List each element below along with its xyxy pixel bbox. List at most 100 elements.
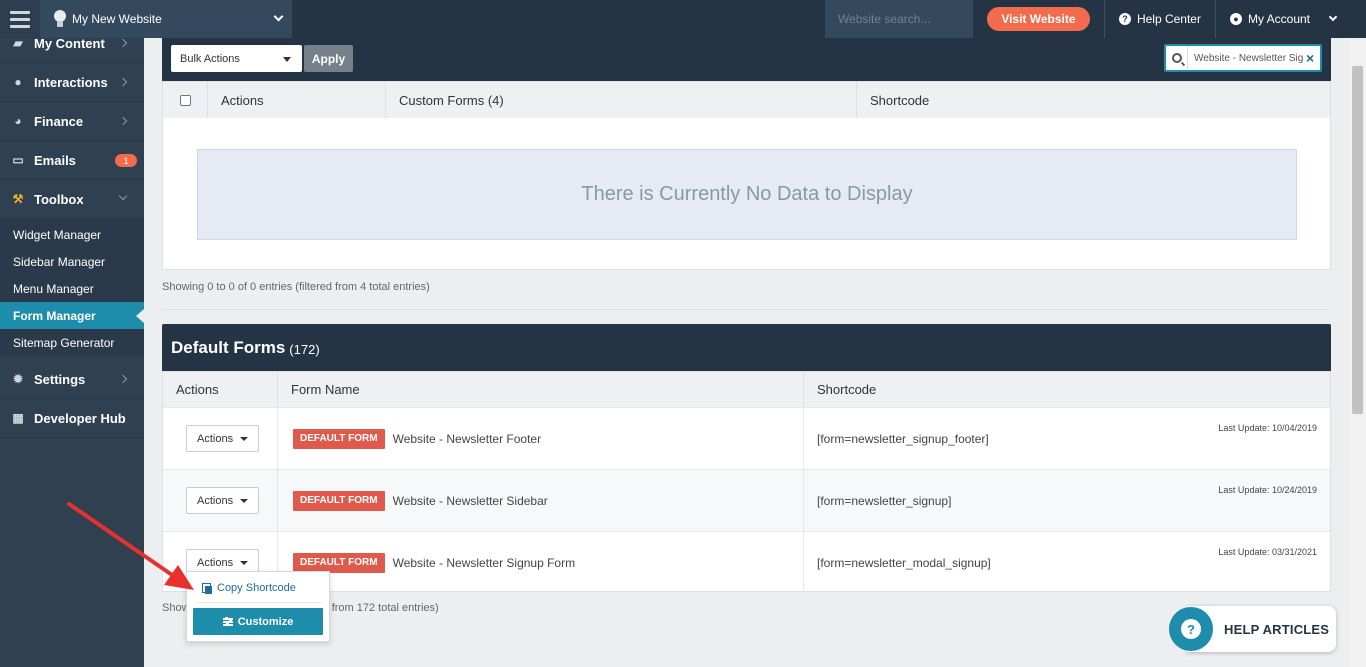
- clear-filter-icon[interactable]: ×: [1306, 50, 1314, 66]
- sidebar-item-form-manager[interactable]: Form Manager: [0, 302, 144, 329]
- column-header-actions[interactable]: Actions: [163, 372, 278, 407]
- sidebar-item-menu-manager[interactable]: Menu Manager: [0, 275, 144, 302]
- chevron-right-icon: [118, 374, 128, 384]
- annotation-arrow-icon: [67, 502, 194, 590]
- chevron-right-icon: [118, 77, 128, 87]
- dropdown-divider: [197, 602, 321, 603]
- shortcode-cell: [form=newsletter_signup_footer]: [817, 431, 989, 446]
- chat-icon: ●: [14, 75, 22, 89]
- sidebar-item-widget-manager[interactable]: Widget Manager: [0, 221, 144, 248]
- question-circle-icon: ?: [1169, 607, 1213, 651]
- my-account-menu[interactable]: ● My Account: [1214, 0, 1366, 38]
- default-form-badge: DEFAULT FORM: [293, 428, 385, 449]
- sidebar-item-label: Interactions: [34, 74, 108, 90]
- sidebar-item-label: Toolbox: [34, 191, 84, 207]
- form-name-cell: DEFAULT FORM Website - Newsletter Footer: [278, 408, 804, 469]
- sidebar-item-developer-hub[interactable]: ▦ Developer Hub: [0, 399, 144, 438]
- sidebar-item-finance[interactable]: ◕ Finance: [0, 102, 144, 141]
- sidebar-item-label: Emails: [34, 152, 76, 168]
- visit-website-button[interactable]: Visit Website: [986, 7, 1090, 31]
- website-search-input[interactable]: [824, 0, 973, 38]
- copy-shortcode-menu-item[interactable]: Copy Shortcode: [202, 582, 296, 594]
- table-row: Actions DEFAULT FORM Website - Newslette…: [163, 407, 1330, 469]
- sidebar-item-emails[interactable]: ▭ Emails 1: [0, 141, 144, 180]
- section-divider: [162, 309, 1331, 310]
- page-scrollbar[interactable]: [1349, 38, 1366, 667]
- sidebar-item-label: Finance: [34, 113, 84, 129]
- website-name: My New Website: [72, 12, 162, 26]
- default-forms-title: Default Forms: [171, 337, 286, 357]
- customize-button[interactable]: Customize: [193, 608, 323, 635]
- forms-filter-input[interactable]: [1194, 52, 1304, 64]
- column-header-shortcode[interactable]: Shortcode: [857, 82, 1330, 118]
- form-name[interactable]: Website - Newsletter Signup Form: [393, 556, 576, 570]
- help-center-link[interactable]: ? Help Center: [1103, 0, 1215, 38]
- chevron-down-icon: [118, 191, 128, 201]
- last-update: Last Update: 10/04/2019: [1218, 423, 1317, 433]
- sidebar-item-sitemap-generator[interactable]: Sitemap Generator: [0, 329, 144, 356]
- select-all-cell: [163, 82, 208, 118]
- custom-forms-toolbar: Bulk Actions Apply ×: [162, 38, 1331, 81]
- custom-forms-table-header: Actions Custom Forms (4) Shortcode: [163, 82, 1330, 118]
- folder-icon: ▰: [13, 36, 23, 50]
- actions-cell: Actions: [163, 408, 278, 469]
- default-forms-table: Actions Form Name Shortcode Actions DEFA…: [162, 371, 1331, 593]
- copy-shortcode-label: Copy Shortcode: [217, 582, 296, 594]
- scrollbar-thumb[interactable]: [1352, 66, 1363, 414]
- form-name-cell: DEFAULT FORM Website - Newsletter Sideba…: [278, 470, 804, 531]
- entries-info-right: d from 172 total entries): [322, 602, 439, 614]
- last-update: Last Update: 10/24/2019: [1218, 485, 1317, 495]
- caret-down-icon: [283, 57, 291, 62]
- pie-chart-icon: ◕: [14, 114, 22, 128]
- last-update: Last Update: 03/31/2021: [1218, 547, 1317, 557]
- caret-down-icon: [240, 437, 248, 441]
- sidebar-item-toolbox[interactable]: ⚒ Toolbox: [0, 180, 144, 219]
- wrench-icon: ⚒: [12, 192, 24, 206]
- shortcode-cell: [form=newsletter_modal_signup]: [817, 555, 991, 570]
- select-all-checkbox[interactable]: [179, 94, 191, 106]
- bulk-actions-select[interactable]: Bulk Actions: [171, 45, 302, 72]
- shortcode-cell: [form=newsletter_signup]: [817, 493, 952, 508]
- form-name[interactable]: Website - Newsletter Footer: [393, 432, 542, 446]
- custom-forms-entries-info: Showing 0 to 0 of 0 entries (filtered fr…: [162, 281, 430, 293]
- emails-count-badge: 1: [115, 154, 137, 167]
- sidebar-item-settings[interactable]: ✹ Settings: [0, 360, 144, 399]
- row-actions-label: Actions: [197, 494, 234, 507]
- row-actions-label: Actions: [197, 556, 234, 569]
- hamburger-menu-icon[interactable]: [0, 0, 40, 38]
- table-row: Actions DEFAULT FORM Website - Newslette…: [163, 531, 1330, 593]
- sidebar-item-label: Settings: [34, 371, 86, 387]
- chevron-down-icon: [1328, 12, 1338, 22]
- chevron-down-icon: [273, 11, 284, 22]
- column-header-custom-forms[interactable]: Custom Forms (4): [386, 82, 857, 118]
- column-header-form-name[interactable]: Form Name: [278, 372, 804, 407]
- row-actions-button[interactable]: Actions: [186, 425, 259, 452]
- my-account-label: My Account: [1247, 12, 1310, 26]
- help-center-label: Help Center: [1136, 12, 1201, 26]
- sidebar-item-sidebar-manager[interactable]: Sidebar Manager: [0, 248, 144, 275]
- form-name-cell: DEFAULT FORM Website - Newsletter Signup…: [278, 532, 804, 593]
- user-circle-icon: ●: [1229, 13, 1242, 25]
- caret-down-icon: [240, 499, 248, 503]
- default-forms-table-header: Actions Form Name Shortcode: [163, 372, 1330, 407]
- grid-icon: ▦: [12, 411, 24, 425]
- question-circle-icon: ?: [1118, 13, 1131, 25]
- toolbox-submenu: Widget Manager Sidebar Manager Menu Mana…: [0, 219, 144, 356]
- bulk-actions-label: Bulk Actions: [180, 52, 240, 65]
- sliders-icon: [222, 617, 233, 626]
- chevron-right-icon: [118, 116, 128, 126]
- top-bar: My New Website Visit Website ? Help Cent…: [0, 0, 1366, 38]
- chevron-right-icon: [118, 38, 128, 48]
- forms-filter-field[interactable]: ×: [1164, 44, 1322, 72]
- website-selector[interactable]: My New Website: [40, 0, 292, 38]
- default-forms-header: Default Forms (172): [162, 324, 1331, 371]
- form-name[interactable]: Website - Newsletter Sidebar: [393, 494, 548, 508]
- sidebar-item-interactions[interactable]: ● Interactions: [0, 63, 144, 102]
- apply-button[interactable]: Apply: [304, 45, 353, 72]
- column-header-actions[interactable]: Actions: [208, 82, 386, 118]
- default-forms-count: (172): [289, 341, 320, 357]
- column-header-shortcode[interactable]: Shortcode: [804, 372, 1330, 407]
- sidebar-item-label: Developer Hub: [34, 410, 126, 426]
- inbox-icon: ▭: [12, 153, 24, 167]
- help-articles-widget[interactable]: HELP ARTICLES ?: [1169, 606, 1336, 652]
